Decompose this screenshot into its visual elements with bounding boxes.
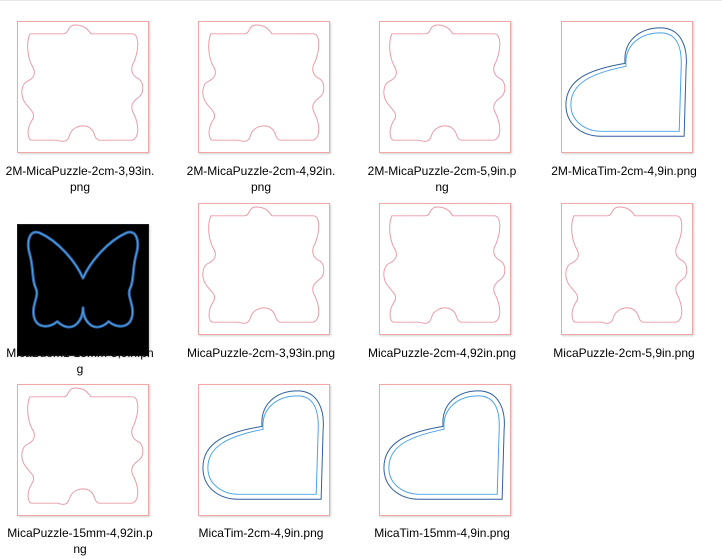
puzzle-piece-thumbnail bbox=[17, 21, 149, 153]
file-item[interactable]: MicaPuzzle-2cm-5,9in.png bbox=[544, 200, 704, 380]
file-name-label: 2M-MicaPuzzle-2cm-5,9in.png bbox=[367, 164, 517, 194]
file-name-label: 2M-MicaPuzzle-2cm-4,92in.png bbox=[186, 164, 336, 194]
butterfly-thumbnail bbox=[17, 224, 149, 356]
file-item[interactable]: 2M-MicaPuzzle-2cm-4,92in.png bbox=[181, 0, 341, 200]
file-item[interactable]: 2M-MicaPuzzle-2cm-3,93in.png bbox=[0, 0, 160, 200]
file-name-label: 2M-MicaPuzzle-2cm-3,93in.png bbox=[5, 164, 155, 194]
file-item[interactable]: 2M-MicaTim-2cm-4,9in.png bbox=[544, 0, 704, 200]
puzzle-piece-thumbnail bbox=[198, 203, 330, 335]
heart-thumbnail bbox=[561, 21, 693, 153]
file-name-label: MicaPuzzle-2cm-5,9in.png bbox=[553, 346, 695, 360]
file-item[interactable]: MicaTim-2cm-4,9in.png bbox=[181, 380, 341, 559]
file-name-label: MicaTim-2cm-4,9in.png bbox=[198, 526, 324, 540]
file-name-label: MicaPuzzle-15mm-4,92in.png bbox=[7, 526, 153, 556]
file-item[interactable]: MicaPuzzle-2cm-4,92in.png bbox=[362, 200, 522, 380]
file-item[interactable]: 2M-MicaPuzzle-2cm-5,9in.png bbox=[362, 0, 522, 200]
heart-thumbnail bbox=[198, 384, 330, 516]
file-name-label: MicaTim-15mm-4,9in.png bbox=[374, 526, 510, 540]
file-item[interactable]: MicaPuzzle-2cm-3,93in.png bbox=[181, 200, 341, 380]
file-name-label: MicaPuzzle-2cm-4,92in.png bbox=[367, 346, 517, 360]
file-item[interactable]: MicaPuzzle-15mm-4,92in.png bbox=[0, 380, 160, 559]
file-name-label: MicaPuzzle-2cm-3,93in.png bbox=[186, 346, 336, 360]
file-item[interactable]: MicaBuom1-15mm-5,9in.png bbox=[0, 200, 160, 380]
file-name-label: 2M-MicaTim-2cm-4,9in.png bbox=[551, 164, 697, 178]
puzzle-piece-thumbnail bbox=[561, 203, 693, 335]
puzzle-piece-thumbnail bbox=[379, 21, 511, 153]
puzzle-piece-thumbnail bbox=[17, 384, 149, 516]
file-item[interactable]: MicaTim-15mm-4,9in.png bbox=[362, 380, 522, 559]
puzzle-piece-thumbnail bbox=[198, 21, 330, 153]
file-name-label: MicaBuom1-15mm-5,9in.png bbox=[6, 346, 154, 376]
puzzle-piece-thumbnail bbox=[379, 203, 511, 335]
heart-thumbnail bbox=[379, 384, 511, 516]
